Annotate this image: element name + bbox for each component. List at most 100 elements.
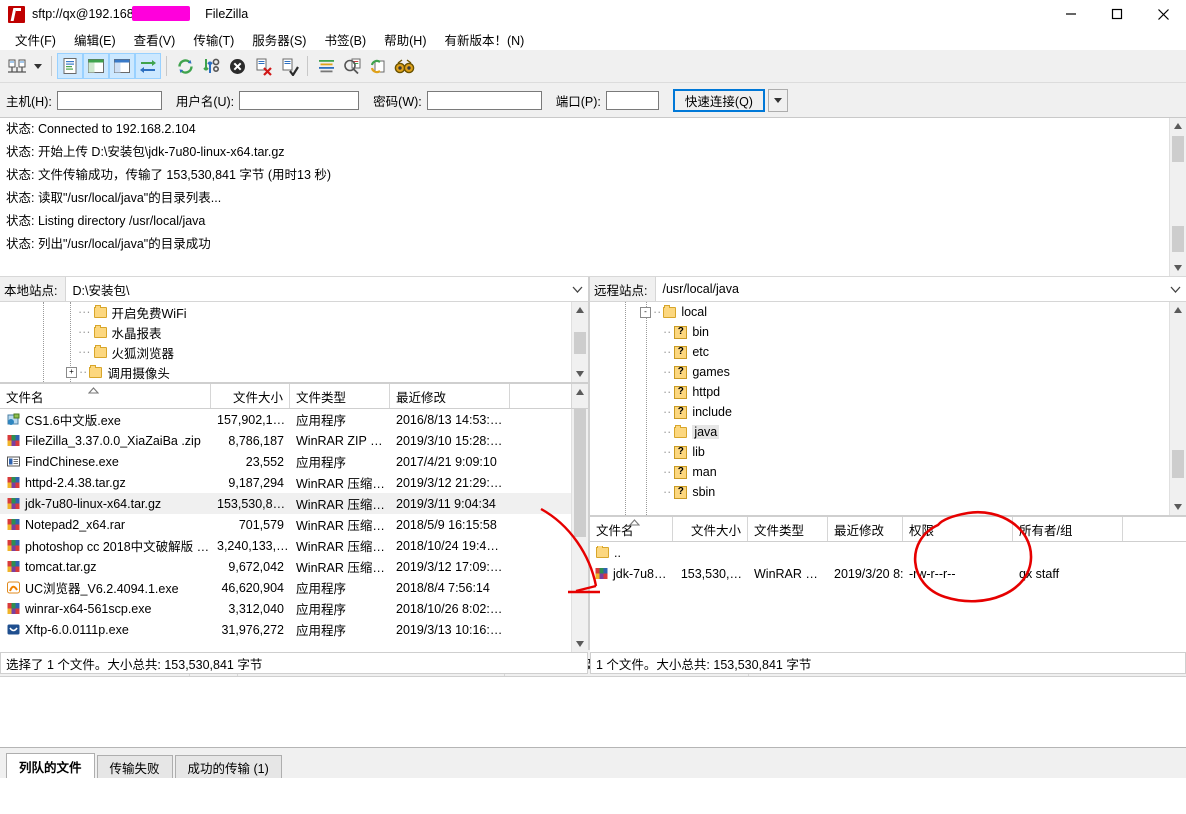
scroll-down-icon[interactable] — [1170, 260, 1186, 276]
scroll-up-icon[interactable] — [572, 384, 588, 400]
table-row[interactable]: httpd-2.4.38.tar.gz 9,187,294 WinRAR 压缩…… — [0, 472, 588, 493]
column-header-modified[interactable]: 最近修改 — [390, 384, 510, 408]
remote-directory-tree[interactable]: - ·· local ·· ? bin ·· ? etc ·· ? games … — [590, 302, 1186, 516]
remote-tree-item-java[interactable]: ·· java — [590, 422, 1186, 442]
scroll-up-icon[interactable] — [572, 302, 588, 318]
close-button[interactable] — [1140, 0, 1186, 28]
tab-successful-transfers[interactable]: 成功的传输 (1) — [174, 755, 282, 778]
table-row-selected[interactable]: jdk-7u80-linux-x64.tar.gz 153,530,8… Win… — [0, 493, 588, 514]
table-row[interactable]: CS1.6中文版.exe 157,902,1… 应用程序 2016/8/13 1… — [0, 409, 588, 430]
local-file-list[interactable]: CS1.6中文版.exe 157,902,1… 应用程序 2016/8/13 1… — [0, 409, 588, 652]
local-tree-scrollbar[interactable] — [571, 302, 588, 382]
transfer-queue-list[interactable] — [0, 677, 1186, 747]
port-input[interactable] — [605, 90, 659, 110]
scroll-down-icon[interactable] — [1170, 499, 1186, 515]
scroll-down-icon[interactable] — [572, 636, 588, 652]
remote-tree-item[interactable]: ·· ? etc — [590, 342, 1186, 362]
table-row[interactable]: Xftp-6.0.0111p.exe 31,976,272 应用程序 2019/… — [0, 619, 588, 640]
column-header-owner-group[interactable]: 所有者/组 — [1013, 517, 1123, 541]
minimize-button[interactable] — [1048, 0, 1094, 28]
scroll-down-icon[interactable] — [572, 366, 588, 382]
column-header-filetype[interactable]: 文件类型 — [290, 384, 390, 408]
remote-tree-item[interactable]: ·· ? games — [590, 362, 1186, 382]
remote-tree-item[interactable]: - ·· local — [590, 302, 1186, 322]
table-row[interactable]: tomcat.tar.gz 9,672,042 WinRAR 压缩… 2019/… — [0, 556, 588, 577]
expand-icon[interactable]: + — [66, 366, 77, 378]
toggle-local-tree-icon[interactable] — [83, 53, 109, 79]
menu-item-view[interactable]: 查看(V) — [125, 28, 185, 51]
menu-item-help[interactable]: 帮助(H) — [375, 28, 435, 51]
remote-tree-item[interactable]: ·· ? lib — [590, 442, 1186, 462]
column-header-filename[interactable]: 文件名 — [0, 384, 211, 408]
collapse-icon[interactable]: - — [640, 306, 651, 318]
scrollbar-thumb[interactable] — [1172, 226, 1184, 252]
menu-item-file[interactable]: 文件(F) — [6, 28, 65, 51]
table-row[interactable]: jdk-7u8… 153,530,… WinRAR … 2019/3/20 8:… — [590, 563, 1186, 584]
reconnect-icon[interactable] — [276, 53, 302, 79]
column-header-filename[interactable]: 文件名 — [590, 517, 673, 541]
menu-item-server[interactable]: 服务器(S) — [243, 28, 315, 51]
remote-tree-item[interactable]: ·· ? bin — [590, 322, 1186, 342]
remote-tree-scrollbar[interactable] — [1169, 302, 1186, 515]
cancel-icon[interactable] — [224, 53, 250, 79]
username-input[interactable] — [239, 90, 360, 110]
table-row[interactable]: FindChinese.exe 23,552 应用程序 2017/4/21 9:… — [0, 451, 588, 472]
remote-file-list[interactable]: .. jdk-7u8… 153,530,… WinRAR … 2019/3/20… — [590, 542, 1186, 652]
scrollbar-thumb[interactable] — [1172, 136, 1184, 162]
column-header-filesize[interactable]: 文件大小 — [211, 384, 290, 408]
scroll-up-icon[interactable] — [1170, 302, 1186, 318]
local-path-dropdown-icon[interactable] — [566, 286, 588, 293]
table-row[interactable]: .. — [590, 542, 1186, 563]
scroll-up-icon[interactable] — [1170, 118, 1186, 134]
menu-item-bookmarks[interactable]: 书签(B) — [315, 28, 375, 51]
site-manager-icon[interactable] — [4, 53, 30, 79]
disconnect-icon[interactable] — [250, 53, 276, 79]
quick-connect-button[interactable]: 快速连接(Q) — [672, 88, 765, 112]
table-row[interactable]: Notepad2_x64.rar 701,579 WinRAR 压缩… 2018… — [0, 514, 588, 535]
remote-path-dropdown-icon[interactable] — [1164, 286, 1186, 293]
table-row[interactable]: UC浏览器_V6.2.4094.1.exe 46,620,904 应用程序 20… — [0, 577, 588, 598]
scrollbar-thumb[interactable] — [1172, 450, 1184, 478]
menu-item-transfer[interactable]: 传输(T) — [184, 28, 243, 51]
toggle-remote-tree-icon[interactable] — [109, 53, 135, 79]
scrollbar-thumb[interactable] — [574, 409, 586, 537]
tab-failed-transfers[interactable]: 传输失败 — [96, 755, 173, 778]
local-tree-item[interactable]: ··· 水晶报表 — [0, 322, 588, 342]
site-manager-dropdown-icon[interactable] — [30, 53, 46, 79]
maximize-button[interactable] — [1094, 0, 1140, 28]
column-header-filesize[interactable]: 文件大小 — [673, 517, 748, 541]
password-input[interactable] — [426, 90, 542, 110]
local-tree-item[interactable]: + ·· 调用摄像头 — [0, 362, 588, 382]
directory-compare-icon[interactable] — [339, 53, 365, 79]
local-tree-item[interactable]: ··· 开启免费WiFi — [0, 302, 588, 322]
process-queue-icon[interactable] — [198, 53, 224, 79]
column-header-modified[interactable]: 最近修改 — [828, 517, 903, 541]
table-row[interactable]: photoshop cc 2018中文破解版 … 3,240,133,… Win… — [0, 535, 588, 556]
sync-browsing-icon[interactable] — [365, 53, 391, 79]
table-row[interactable]: winrar-x64-561scp.exe 3,312,040 应用程序 201… — [0, 598, 588, 619]
filter-icon[interactable] — [313, 53, 339, 79]
tab-queued-files[interactable]: 列队的文件 — [6, 753, 95, 778]
toggle-message-log-icon[interactable] — [57, 53, 83, 79]
remote-tree-item[interactable]: ·· ? man — [590, 462, 1186, 482]
host-input[interactable] — [56, 90, 162, 110]
local-directory-tree[interactable]: ··· 开启免费WiFi ··· 水晶报表 ··· 火狐浏览器 + ·· 调用摄… — [0, 302, 588, 383]
remote-path-input[interactable]: /usr/local/java — [656, 282, 1164, 296]
local-list-scroll-top[interactable] — [572, 384, 588, 408]
toggle-transfer-queue-icon[interactable] — [135, 53, 161, 79]
find-files-icon[interactable] — [391, 53, 417, 79]
local-tree-item[interactable]: ··· 火狐浏览器 — [0, 342, 588, 362]
column-header-permissions[interactable]: 权限 — [903, 517, 1013, 541]
scrollbar-thumb[interactable] — [574, 332, 586, 354]
message-log-scrollbar[interactable] — [1169, 118, 1186, 276]
remote-tree-item[interactable]: ·· ? include — [590, 402, 1186, 422]
menu-item-new-version[interactable]: 有新版本！(N) — [435, 28, 533, 51]
local-list-scrollbar[interactable] — [571, 409, 588, 652]
table-row[interactable]: FileZilla_3.37.0.0_XiaZaiBa .zip 8,786,1… — [0, 430, 588, 451]
remote-tree-item[interactable]: ·· ? httpd — [590, 382, 1186, 402]
quick-connect-history-dropdown[interactable] — [767, 88, 788, 112]
menu-item-edit[interactable]: 编辑(E) — [65, 28, 125, 51]
remote-tree-item[interactable]: ·· ? sbin — [590, 482, 1186, 502]
refresh-icon[interactable] — [172, 53, 198, 79]
column-header-filetype[interactable]: 文件类型 — [748, 517, 828, 541]
